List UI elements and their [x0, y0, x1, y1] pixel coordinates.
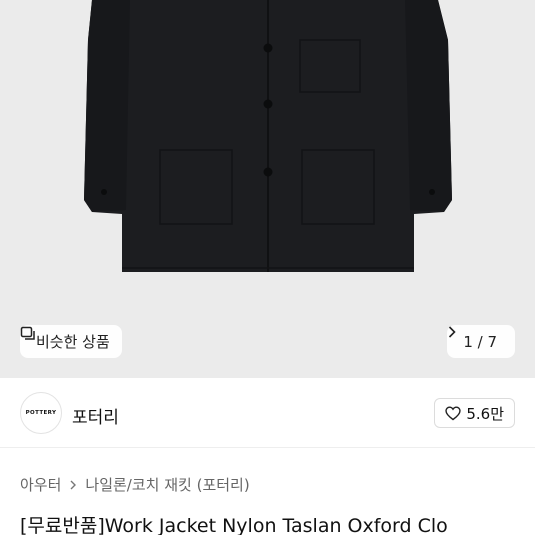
breadcrumb: 아우터 나일론/코치 재킷 (포터리) [20, 474, 250, 495]
like-count: 5.6만 [466, 404, 504, 423]
product-image-jacket [84, 0, 452, 272]
seller-row[interactable]: POTTERY 포터리 5.6만 [0, 378, 535, 448]
image-counter-button[interactable]: 1 / 7 [447, 325, 515, 358]
product-title: [무료반품]Work Jacket Nylon Taslan Oxford Cl… [20, 515, 448, 535]
seller-name[interactable]: 포터리 [72, 403, 119, 428]
seller-logo[interactable]: POTTERY [20, 392, 62, 434]
image-counter: 1 / 7 [463, 332, 497, 351]
product-image-gallery[interactable]: 비슷한 상품 1 / 7 [0, 0, 535, 378]
breadcrumb-item-outer[interactable]: 아우터 [20, 474, 61, 495]
breadcrumb-item-category[interactable]: 나일론/코치 재킷 (포터리) [85, 474, 249, 495]
like-button[interactable]: 5.6만 [434, 398, 515, 428]
similar-items-label: 비슷한 상품 [36, 333, 110, 351]
heart-icon [445, 405, 462, 421]
chevron-right-icon [69, 479, 77, 491]
similar-items-button[interactable]: 비슷한 상품 [20, 325, 122, 358]
